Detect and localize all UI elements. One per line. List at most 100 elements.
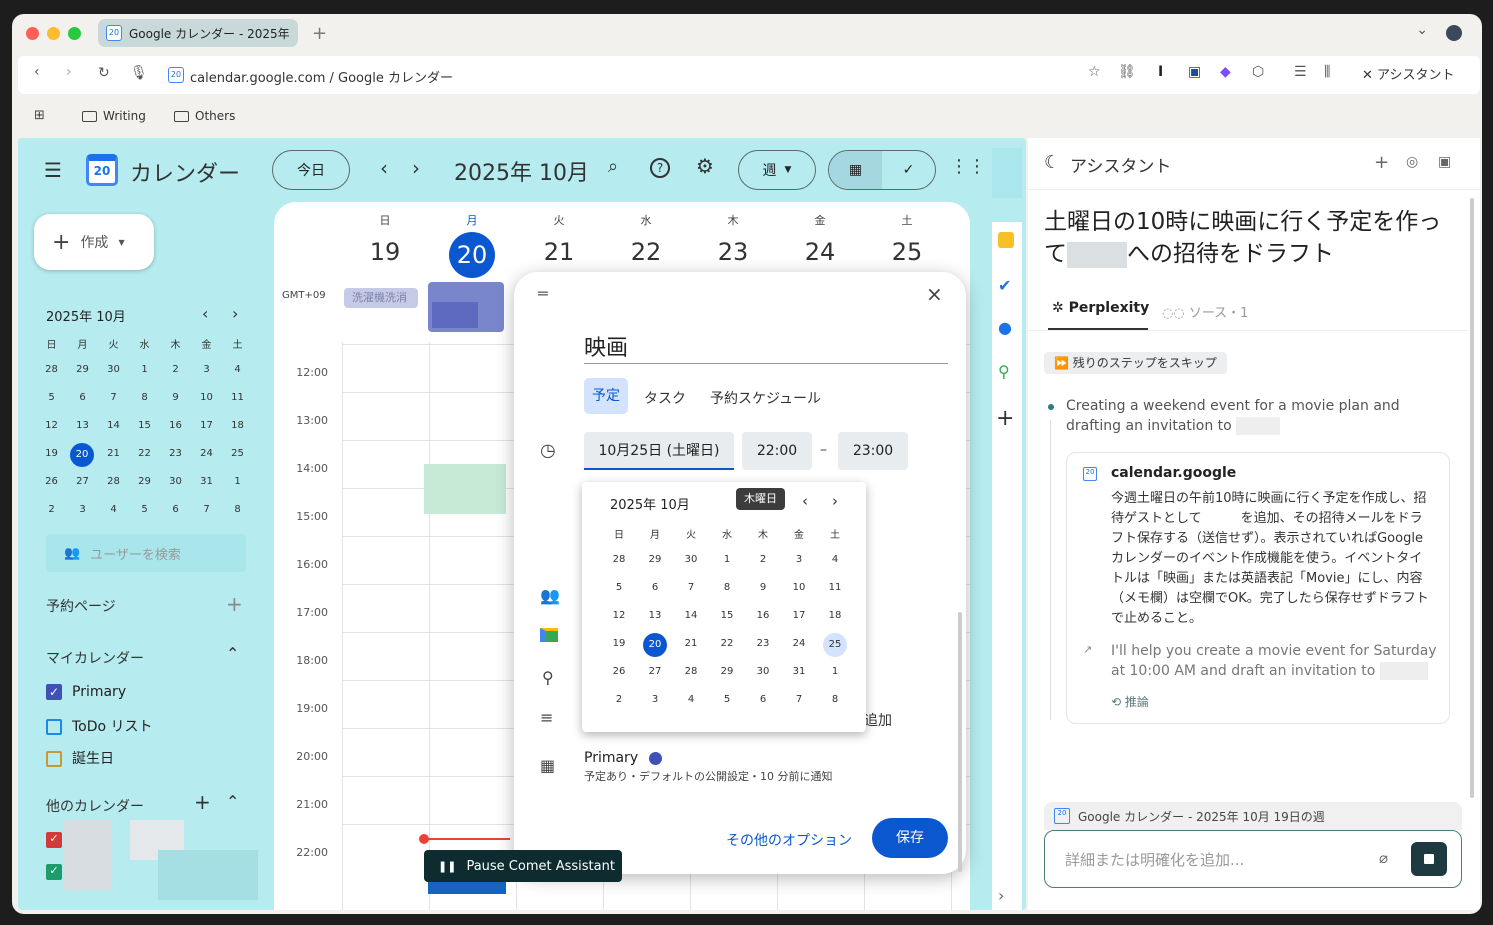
new-tab-icon[interactable]: + (312, 23, 327, 44)
dp-day[interactable]: 14 (676, 610, 706, 621)
dp-day[interactable]: 29 (712, 666, 742, 677)
tab-perplexity[interactable]: ✲ Perplexity (1052, 300, 1149, 316)
extension-purple-icon[interactable]: ◆ (1220, 64, 1231, 80)
mini-day[interactable]: 6 (160, 504, 191, 515)
main-menu-icon[interactable]: ☰ (44, 158, 62, 182)
dp-day[interactable]: 17 (784, 610, 814, 621)
dp-day[interactable]: 19 (604, 638, 634, 649)
day-header[interactable]: 土 25 (864, 212, 950, 266)
tasks-view-icon[interactable]: ✓ (882, 151, 935, 189)
search-icon[interactable]: ⌕ (608, 156, 618, 177)
mini-day[interactable]: 29 (67, 364, 98, 375)
calendar-item-todo[interactable]: ToDo リスト (46, 716, 153, 736)
collapse-chevron-icon[interactable]: ⌃ (226, 644, 239, 663)
close-window-button[interactable] (26, 27, 39, 40)
mini-prev-icon[interactable]: ‹ (202, 304, 208, 323)
checkbox-checked-icon[interactable]: ✓ (46, 864, 62, 880)
extensions-puzzle-icon[interactable]: ⬡ (1252, 64, 1264, 80)
mini-day[interactable]: 8 (222, 504, 253, 515)
dp-day[interactable]: 12 (604, 610, 634, 621)
reader-list-icon[interactable]: ☰ (1294, 64, 1307, 80)
back-icon[interactable]: ‹ (34, 64, 40, 80)
mini-day[interactable]: 1 (129, 364, 160, 375)
dp-next-icon[interactable]: › (832, 492, 838, 510)
event-block-green[interactable] (424, 464, 506, 514)
history-icon[interactable]: ◎ (1406, 154, 1418, 170)
reload-icon[interactable]: ↻ (98, 65, 110, 81)
dp-day[interactable]: 29 (640, 554, 670, 565)
keep-icon[interactable] (998, 232, 1014, 248)
tab-task[interactable]: タスク (644, 388, 686, 408)
mini-day[interactable]: 15 (129, 420, 160, 431)
prev-week-icon[interactable]: ‹ (380, 156, 388, 180)
view-select[interactable]: 週 ▼ (738, 150, 816, 190)
skip-steps-button[interactable]: ⏩ 残りのステップをスキップ (1044, 352, 1227, 374)
allday-event[interactable]: 洗濯機洗消 (344, 288, 418, 308)
tab-list-chevron-icon[interactable]: ⌄ (1416, 22, 1428, 38)
meet-icon[interactable] (540, 628, 558, 642)
dp-day[interactable]: 9 (748, 582, 778, 593)
dp-day[interactable]: 1 (820, 666, 850, 677)
tab-event[interactable]: 予定 (584, 378, 628, 414)
dp-day[interactable]: 28 (604, 554, 634, 565)
tasks-icon[interactable]: ✔ (998, 276, 1011, 295)
dp-day[interactable]: 24 (784, 638, 814, 649)
mini-day[interactable]: 5 (36, 392, 67, 403)
mini-day[interactable]: 13 (67, 420, 98, 431)
dp-day[interactable]: 3 (784, 554, 814, 565)
extension-shield-icon[interactable]: ▣ (1188, 64, 1201, 80)
dp-day[interactable]: 25 (823, 633, 847, 657)
mini-day[interactable]: 10 (191, 392, 222, 403)
dp-day[interactable]: 21 (676, 638, 706, 649)
dp-day[interactable]: 8 (712, 582, 742, 593)
microphone-icon[interactable]: 🎙 (130, 65, 148, 81)
mini-day[interactable]: 12 (36, 420, 67, 431)
mini-day[interactable]: 18 (222, 420, 253, 431)
mini-day[interactable]: 22 (129, 448, 160, 459)
calendar-view-icon[interactable]: ▦ (829, 151, 882, 189)
mini-day[interactable]: 30 (160, 476, 191, 487)
mini-day[interactable]: 14 (98, 420, 129, 431)
mini-day[interactable]: 20 (70, 443, 94, 467)
profile-avatar[interactable] (1446, 25, 1462, 41)
mini-day[interactable]: 17 (191, 420, 222, 431)
mini-day[interactable]: 3 (67, 504, 98, 515)
calendar-selector[interactable]: Primary (584, 750, 662, 766)
dp-day[interactable]: 16 (748, 610, 778, 621)
settings-gear-icon[interactable]: ⚙ (696, 154, 714, 178)
calendar-item-birthday[interactable]: 誕生日 (46, 748, 114, 768)
mini-day[interactable]: 23 (160, 448, 191, 459)
dp-day[interactable]: 8 (820, 694, 850, 705)
forward-icon[interactable]: › (66, 64, 72, 80)
expand-panel-icon[interactable]: › (998, 886, 1004, 905)
minimize-window-button[interactable] (47, 27, 60, 40)
mini-day[interactable]: 3 (191, 364, 222, 375)
day-header[interactable]: 日 19 (342, 212, 428, 266)
mini-day[interactable]: 30 (98, 364, 129, 375)
extension-i-icon[interactable]: I (1158, 64, 1163, 80)
reasoning-link[interactable]: ⟲ 推論 (1111, 693, 1149, 710)
create-button[interactable]: + 作成 ▼ (34, 214, 154, 270)
mini-day[interactable]: 4 (222, 364, 253, 375)
dp-day[interactable]: 15 (712, 610, 742, 621)
mini-day[interactable]: 2 (36, 504, 67, 515)
dp-day[interactable]: 10 (784, 582, 814, 593)
zoom-window-button[interactable] (68, 27, 81, 40)
dp-day[interactable]: 23 (748, 638, 778, 649)
mini-day[interactable]: 4 (98, 504, 129, 515)
calendar-item-primary[interactable]: ✓ Primary (46, 684, 126, 700)
mini-day[interactable]: 27 (67, 476, 98, 487)
dp-day[interactable]: 5 (712, 694, 742, 705)
day-header[interactable]: 月 20 (429, 212, 515, 278)
browser-tab[interactable]: 20 Google カレンダー - 2025年 (98, 19, 298, 47)
collapse-chevron-icon[interactable]: ⌃ (226, 792, 239, 811)
dp-day[interactable]: 5 (604, 582, 634, 593)
url-text[interactable]: calendar.google.com / Google カレンダー (190, 67, 453, 86)
dp-day[interactable]: 27 (640, 666, 670, 677)
mini-day[interactable]: 6 (67, 392, 98, 403)
mini-day[interactable]: 5 (129, 504, 160, 515)
tab-booking[interactable]: 予約スケジュール (710, 388, 821, 408)
panel-icon[interactable]: ▣ (1438, 154, 1451, 170)
mini-day[interactable]: 7 (98, 392, 129, 403)
mini-day[interactable]: 31 (191, 476, 222, 487)
